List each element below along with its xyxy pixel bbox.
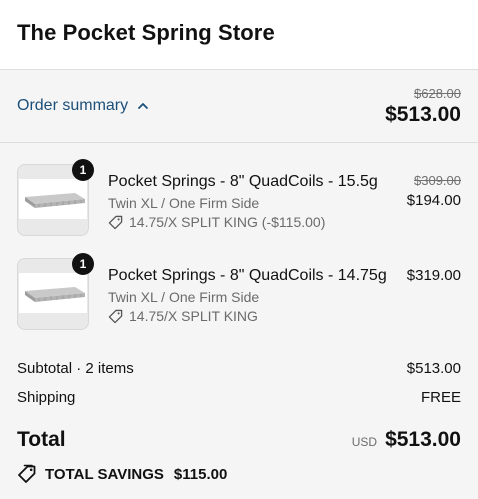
product-variant: Twin XL / One Firm Side xyxy=(108,195,260,211)
summary-total: $513.00 xyxy=(385,102,461,126)
item-price: $319.00 xyxy=(406,267,461,284)
savings-label: TOTAL SAVINGS xyxy=(45,465,164,483)
product-name: Pocket Springs - 8" QuadCoils - 14.75g xyxy=(108,267,387,284)
line-item-prices: $319.00 xyxy=(407,258,461,352)
item-price: $194.00 xyxy=(406,192,461,209)
product-thumbnail: 1 xyxy=(17,159,94,236)
discount-line: 14.75/X SPLIT KING xyxy=(108,308,407,324)
store-header: The Pocket Spring Store xyxy=(0,0,478,70)
subtotal-value: $513.00 xyxy=(406,359,461,377)
discount-code: 14.75/X SPLIT KING (-$115.00) xyxy=(129,214,326,230)
original-total: $628.00 xyxy=(414,85,461,101)
total-row: Total USD $513.00 xyxy=(17,425,461,455)
order-summary-bar[interactable]: Order summary $628.00 $513.00 xyxy=(0,70,478,143)
subtotal-label: Subtotal · 2 items xyxy=(17,359,134,377)
line-item-prices: $309.00 $194.00 xyxy=(407,164,461,258)
order-summary-content: 1 Pocket Springs - 8" QuadCoils - 15.5g … xyxy=(0,143,478,499)
line-item: 1 Pocket Springs - 8" QuadCoils - 15.5g … xyxy=(17,159,461,258)
tag-icon xyxy=(108,309,123,323)
summary-prices: $628.00 $513.00 xyxy=(385,86,461,127)
mattress-image xyxy=(25,193,85,208)
product-name: Pocket Springs - 8" QuadCoils - 15.5g xyxy=(108,173,378,190)
chevron-up-icon xyxy=(138,103,149,109)
line-item-info: Pocket Springs - 8" QuadCoils - 14.75g T… xyxy=(108,258,407,352)
savings-tag-icon xyxy=(18,464,36,483)
total-amount-group: USD $513.00 xyxy=(352,428,461,452)
order-summary-toggle[interactable]: Order summary xyxy=(17,97,149,115)
discount-line: 14.75/X SPLIT KING (-$115.00) xyxy=(108,214,407,230)
product-variant: Twin XL / One Firm Side xyxy=(108,289,260,305)
product-thumbnail: 1 xyxy=(17,253,94,330)
quantity-badge: 1 xyxy=(72,253,94,275)
currency-code: USD xyxy=(351,435,378,449)
total-label: Total xyxy=(17,428,66,451)
mattress-image xyxy=(25,287,85,302)
total-amount: $513.00 xyxy=(385,428,461,451)
quantity-badge: 1 xyxy=(72,159,94,181)
tag-icon xyxy=(108,215,123,229)
order-summary-label: Order summary xyxy=(17,97,129,114)
totals-section: Subtotal · 2 items $513.00 Shipping FREE… xyxy=(17,357,461,484)
total-savings: TOTAL SAVINGS $115.00 xyxy=(17,464,461,484)
subtotal-row: Subtotal · 2 items $513.00 xyxy=(17,357,461,379)
shipping-value: FREE xyxy=(420,388,461,406)
line-item-info: Pocket Springs - 8" QuadCoils - 15.5g Tw… xyxy=(108,164,407,258)
shipping-row: Shipping FREE xyxy=(17,386,461,408)
original-price: $309.00 xyxy=(414,173,461,188)
discount-code: 14.75/X SPLIT KING xyxy=(129,308,258,324)
shipping-label: Shipping xyxy=(17,388,76,406)
savings-amount: $115.00 xyxy=(173,465,228,483)
store-title[interactable]: The Pocket Spring Store xyxy=(17,20,461,46)
line-item: 1 Pocket Springs - 8" QuadCoils - 14.75g… xyxy=(17,253,461,352)
